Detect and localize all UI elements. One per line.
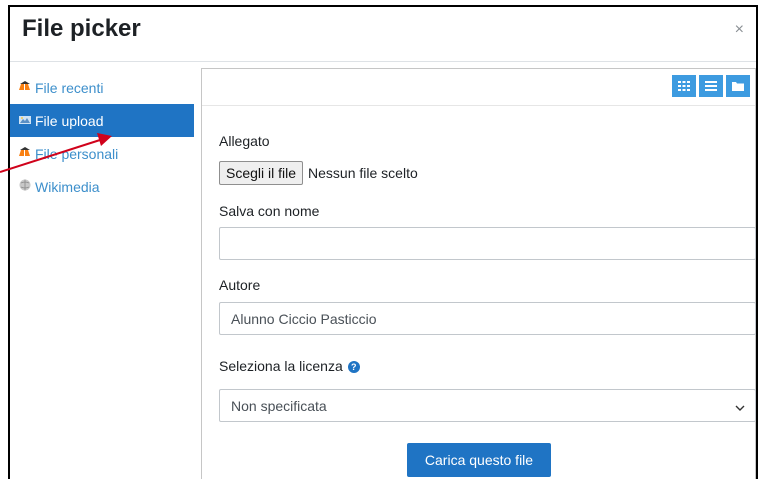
sidebar-item-file-upload[interactable]: File upload [10,104,194,137]
upload-file-button[interactable]: Carica questo file [407,443,551,477]
view-toolbar [202,69,755,106]
save-as-input[interactable] [219,227,756,260]
upload-panel: Allegato Scegli il file Nessun file scel… [201,68,756,479]
list-view-icon[interactable] [699,75,723,97]
license-label: Seleziona la licenza? [219,358,360,374]
sidebar-item-recent-files[interactable]: File recenti [10,71,194,104]
moodle-icon [18,147,32,160]
dialog-title: File picker [22,15,141,42]
sidebar-item-label: File upload [35,112,104,129]
author-input[interactable]: Alunno Ciccio Pasticcio [219,302,756,335]
close-icon[interactable]: × [735,21,744,39]
grid-view-icon[interactable] [672,75,696,97]
upload-icon [18,114,32,127]
sidebar-item-label: File personali [35,145,119,162]
chevron-down-icon [735,398,745,414]
folder-view-icon[interactable] [726,75,750,97]
file-chooser: Scegli il file Nessun file scelto [219,161,418,185]
dialog-header: File picker × [10,7,756,62]
sidebar-item-personal-files[interactable]: File personali [10,137,194,170]
attachment-label: Allegato [219,133,270,149]
license-label-text: Seleziona la licenza [219,358,343,374]
choose-file-button[interactable]: Scegli il file [219,161,304,185]
help-icon[interactable]: ? [347,361,360,374]
sidebar-item-label: Wikimedia [35,178,100,195]
no-file-status: Nessun file scelto [308,165,418,181]
sidebar-item-label: File recenti [35,79,104,96]
license-select[interactable]: Non specificata [219,389,756,422]
repository-sidebar: File recenti File upload File personali … [10,71,194,203]
moodle-icon [18,81,32,94]
license-select-value: Non specificata [231,397,327,414]
wikimedia-icon [18,179,32,194]
author-label: Autore [219,277,261,293]
save-as-label: Salva con nome [219,203,320,219]
file-picker-dialog: File picker × File recenti File upload F… [8,5,758,479]
sidebar-item-wikimedia[interactable]: Wikimedia [10,170,194,203]
